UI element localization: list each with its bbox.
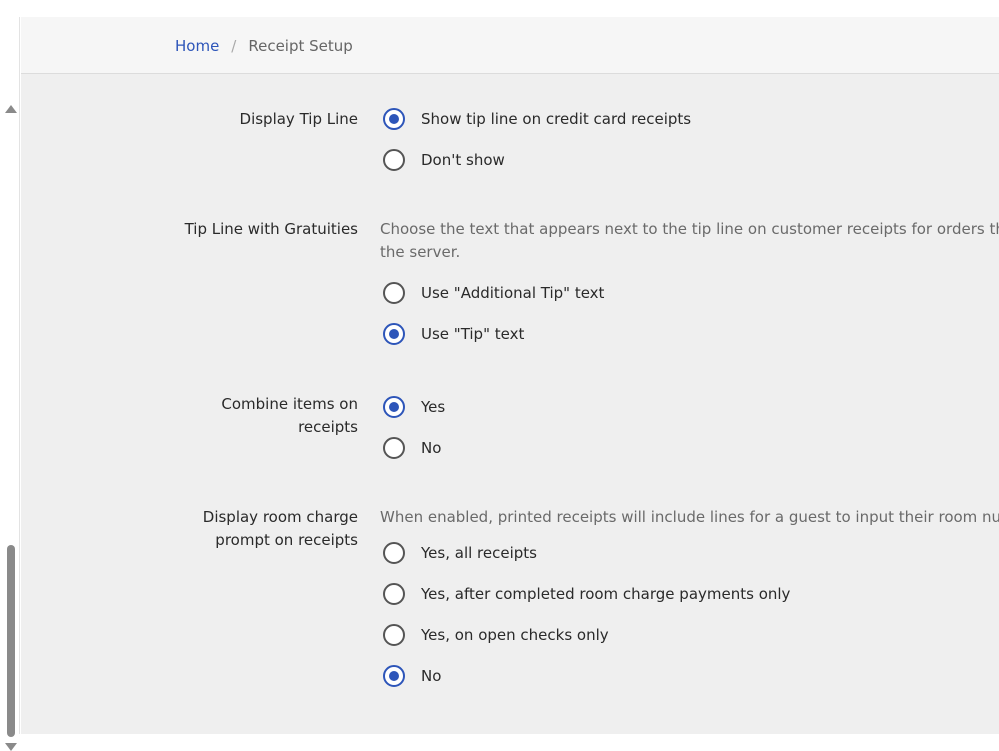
radio-button[interactable] <box>383 395 405 418</box>
radio-button[interactable] <box>383 664 405 687</box>
radio-label: Yes, after completed room charge payment… <box>421 584 791 603</box>
scroll-down-arrow-icon[interactable] <box>5 743 17 751</box>
radio-label: Don't show <box>421 150 505 169</box>
radio-label: Yes, on open checks only <box>421 625 609 644</box>
setting-description-line1: Choose the text that appears next to the… <box>380 220 999 238</box>
radio-option-additional-tip[interactable]: Use "Additional Tip" text <box>380 272 999 313</box>
scrollbar-thumb[interactable] <box>7 545 15 737</box>
setting-description: When enabled, printed receipts will incl… <box>380 508 999 526</box>
radio-option-no[interactable]: No <box>380 655 999 696</box>
radio-button[interactable] <box>383 436 405 459</box>
radio-button[interactable] <box>383 281 405 304</box>
radio-option-after-room-charge[interactable]: Yes, after completed room charge payment… <box>380 573 999 614</box>
setting-label: Display room charge prompt on receipts <box>158 506 358 552</box>
setting-label: Combine items on receipts <box>158 393 358 439</box>
radio-option-tip[interactable]: Use "Tip" text <box>380 313 999 354</box>
setting-label-line2: prompt on receipts <box>215 531 358 549</box>
radio-option-no[interactable]: No <box>380 427 999 468</box>
setting-options: Yes No <box>380 386 999 468</box>
radio-label: Yes <box>421 397 446 416</box>
setting-options: Show tip line on credit card receipts Do… <box>380 98 999 180</box>
setting-label-line1: Combine items on <box>221 395 358 413</box>
radio-option-show-tip-line[interactable]: Show tip line on credit card receipts <box>380 98 999 139</box>
breadcrumb-separator: / <box>231 37 237 55</box>
radio-button[interactable] <box>383 541 405 564</box>
radio-label: Use "Tip" text <box>421 324 525 343</box>
breadcrumb-bar: Home / Receipt Setup <box>21 17 999 74</box>
radio-option-dont-show[interactable]: Don't show <box>380 139 999 180</box>
breadcrumb-home-link[interactable]: Home <box>175 37 219 55</box>
radio-button[interactable] <box>383 322 405 345</box>
setting-label-line1: Display room charge <box>202 508 358 526</box>
setting-label-line2: receipts <box>298 418 358 436</box>
settings-content: Display Tip Line Show tip line on credit… <box>21 74 999 734</box>
radio-button[interactable] <box>383 107 405 130</box>
radio-label: No <box>421 438 442 457</box>
radio-option-open-checks[interactable]: Yes, on open checks only <box>380 614 999 655</box>
radio-button[interactable] <box>383 148 405 171</box>
breadcrumb: Home / Receipt Setup <box>175 37 353 55</box>
radio-button[interactable] <box>383 582 405 605</box>
breadcrumb-current: Receipt Setup <box>248 37 353 55</box>
radio-option-yes[interactable]: Yes <box>380 386 999 427</box>
setting-description-line2: the server. <box>380 243 461 261</box>
radio-label: Yes, all receipts <box>421 543 537 562</box>
radio-label: Show tip line on credit card receipts <box>421 109 692 128</box>
setting-options: When enabled, printed receipts will incl… <box>380 505 999 696</box>
setting-options: Choose the text that appears next to the… <box>380 217 999 354</box>
radio-label: Use "Additional Tip" text <box>421 283 605 302</box>
setting-label: Display Tip Line <box>239 110 358 128</box>
main-panel: Home / Receipt Setup Display Tip Line Sh… <box>21 17 999 734</box>
radio-label: No <box>421 666 442 685</box>
radio-option-all-receipts[interactable]: Yes, all receipts <box>380 532 999 573</box>
radio-button[interactable] <box>383 623 405 646</box>
scrollbar[interactable] <box>0 17 20 751</box>
setting-label: Tip Line with Gratuities <box>184 220 358 238</box>
scroll-up-arrow-icon[interactable] <box>5 105 17 113</box>
